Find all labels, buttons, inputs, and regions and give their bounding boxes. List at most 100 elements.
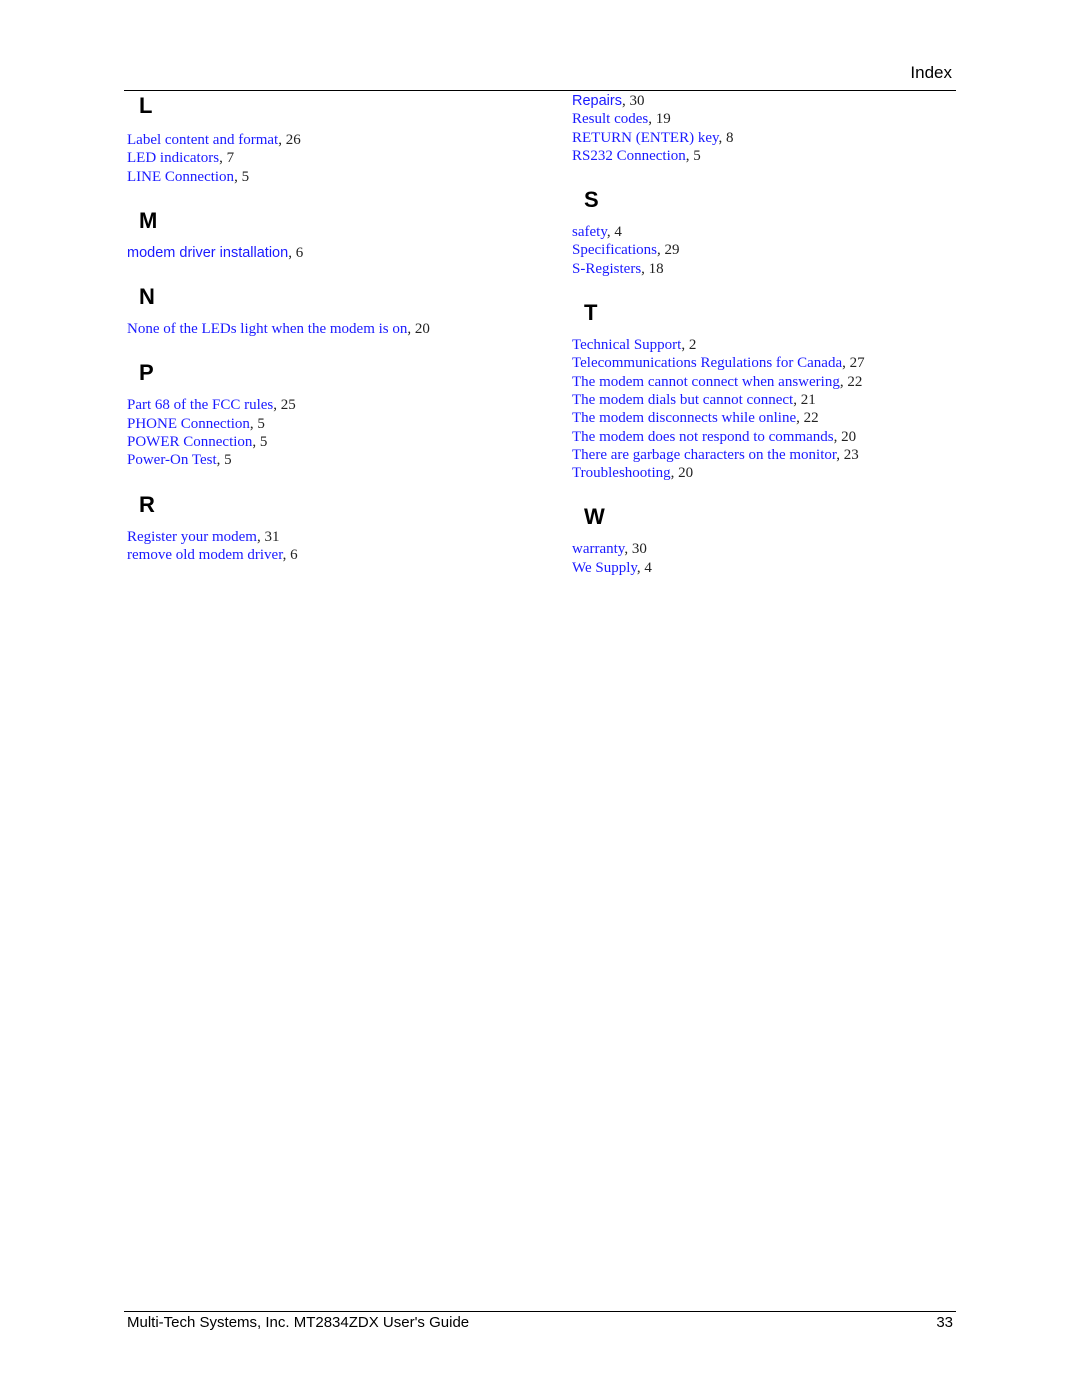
index-entry: PHONE Connection, 5 <box>127 415 265 432</box>
index-entry-link[interactable]: Technical Support <box>572 337 681 353</box>
index-entry: Result codes, 19 <box>572 111 671 128</box>
index-entry: RETURN (ENTER) key, 8 <box>572 129 734 146</box>
page-ref: 7 <box>226 150 235 167</box>
index-entry-link[interactable]: Label content and format <box>127 132 278 148</box>
page-ref: 20 <box>414 321 430 338</box>
page-ref: 19 <box>655 111 671 128</box>
page-ref: 5 <box>257 415 265 432</box>
index-entry: Register your modem, 31 <box>127 528 280 545</box>
page-ref: 30 <box>631 541 647 558</box>
index-section-r-continued: Repairs, 30 Result codes, 19 RETURN (ENT… <box>572 92 962 165</box>
page-ref: 5 <box>224 452 232 469</box>
index-entry: The modem disconnects while online, 22 <box>572 410 819 427</box>
index-section-w: W warranty, 30 We Supply, 4 <box>572 504 962 577</box>
section-letter: R <box>139 491 155 517</box>
index-entry: S-Registers, 18 <box>572 260 664 277</box>
index-entry-link[interactable]: PHONE Connection <box>127 416 250 432</box>
section-letter: N <box>139 284 155 310</box>
page-ref: 4 <box>614 224 622 241</box>
index-entry-link[interactable]: Part 68 of the FCC rules <box>127 397 273 413</box>
index-section-s: S safety, 4 Specifications, 29 S-Registe… <box>572 187 962 278</box>
index-entry-link[interactable]: Specifications <box>572 242 657 258</box>
index-entry: Power-On Test, 5 <box>127 452 232 469</box>
index-entry: The modem cannot connect when answering,… <box>572 373 863 390</box>
index-entry: Repairs, 30 <box>572 93 645 109</box>
index-section-p: P Part 68 of the FCC rules, 25 PHONE Con… <box>127 360 557 469</box>
index-entry-link[interactable]: Repairs <box>572 93 622 109</box>
index-entry: remove old modem driver, 6 <box>127 546 298 563</box>
page-ref: 22 <box>803 410 819 427</box>
page-ref: 25 <box>280 397 296 414</box>
index-entry: LINE Connection, 5 <box>127 168 250 185</box>
index-section-l: L Label content and format, 26 LED indic… <box>127 93 557 186</box>
index-entry-link[interactable]: We Supply <box>572 560 637 576</box>
index-entry: Technical Support, 2 <box>572 337 697 354</box>
page-ref: 31 <box>264 528 280 545</box>
index-entry: We Supply, 4 <box>572 559 652 576</box>
section-letter: W <box>584 504 605 530</box>
index-section-m: M modem driver installation, 6 <box>127 208 557 262</box>
page-ref: 20 <box>841 428 857 445</box>
index-entry: Part 68 of the FCC rules, 25 <box>127 397 296 414</box>
page-ref: 6 <box>295 244 304 261</box>
index-entry-link[interactable]: The modem cannot connect when answering <box>572 374 840 390</box>
index-entry-link[interactable]: Power-On Test <box>127 452 217 468</box>
page-ref: 8 <box>726 129 734 146</box>
index-entry-link[interactable]: The modem disconnects while online <box>572 410 796 426</box>
page-ref: 18 <box>648 260 664 277</box>
section-letter: L <box>139 93 153 118</box>
index-entry-link[interactable]: Troubleshooting <box>572 465 671 481</box>
index-entry-link[interactable]: LED indicators <box>127 150 219 166</box>
page-ref: 4 <box>644 559 652 576</box>
page-number: 33 <box>936 1314 953 1331</box>
page-ref: 20 <box>678 465 694 482</box>
page-ref: 22 <box>847 373 863 390</box>
section-letter: M <box>139 207 158 233</box>
index-entry-link[interactable]: There are garbage characters on the moni… <box>572 447 836 463</box>
index-entry: Troubleshooting, 20 <box>572 465 694 482</box>
index-entry: LED indicators, 7 <box>127 150 235 167</box>
page-ref: 30 <box>629 93 645 109</box>
index-entry-link[interactable]: POWER Connection <box>127 434 252 450</box>
index-entry-link[interactable]: warranty <box>572 541 624 557</box>
index-entry-link[interactable]: RETURN (ENTER) key <box>572 130 719 146</box>
index-section-n: N None of the LEDs light when the modem … <box>127 284 557 338</box>
index-entry: The modem does not respond to commands, … <box>572 428 857 445</box>
page-ref: 26 <box>285 132 301 148</box>
index-entry-link[interactable]: Telecommunications Regulations for Canad… <box>572 355 842 371</box>
footer-document-title: Multi-Tech Systems, Inc. MT2834ZDX User'… <box>127 1314 470 1331</box>
page-ref: 5 <box>259 434 268 451</box>
page-ref: 2 <box>688 337 697 354</box>
page-ref: 23 <box>843 446 859 463</box>
section-letter: T <box>584 300 598 326</box>
index-entry-link[interactable]: remove old modem driver <box>127 547 283 563</box>
index-entry: Telecommunications Regulations for Canad… <box>572 355 865 372</box>
page-ref: 5 <box>693 147 701 164</box>
page-ref: 6 <box>290 546 298 563</box>
index-entry-link[interactable]: RS232 Connection <box>572 148 686 164</box>
index-column-left: L Label content and format, 26 LED indic… <box>127 92 557 564</box>
index-entry: RS232 Connection, 5 <box>572 147 701 164</box>
index-entry-link[interactable]: None of the LEDs light when the modem is… <box>127 321 407 337</box>
index-entry-link[interactable]: safety <box>572 224 607 240</box>
index-entry-link[interactable]: The modem dials but cannot connect <box>572 392 793 408</box>
index-entry-link[interactable]: modem driver installation <box>127 245 288 261</box>
index-entry: POWER Connection, 5 <box>127 434 268 451</box>
section-letter: S <box>584 187 599 213</box>
page-header-title: Index <box>910 63 952 82</box>
index-section-t: T Technical Support, 2 Telecommunication… <box>572 300 962 482</box>
index-entry-link[interactable]: Result codes <box>572 111 648 127</box>
index-entry: There are garbage characters on the moni… <box>572 446 859 463</box>
index-entry: warranty, 30 <box>572 541 647 558</box>
footer-rule <box>124 1311 956 1312</box>
index-column-right: Repairs, 30 Result codes, 19 RETURN (ENT… <box>572 92 962 577</box>
index-entry-link[interactable]: LINE Connection <box>127 169 234 185</box>
page-ref: 21 <box>800 391 816 408</box>
index-entry: Label content and format, 26 <box>127 132 301 148</box>
page-ref: 29 <box>664 242 680 259</box>
index-entry-link[interactable]: S-Registers <box>572 261 641 277</box>
index-entry-link[interactable]: The modem does not respond to commands <box>572 429 834 445</box>
index-entry: The modem dials but cannot connect, 21 <box>572 391 816 408</box>
index-entry-link[interactable]: Register your modem <box>127 529 257 545</box>
index-entry: None of the LEDs light when the modem is… <box>127 321 430 338</box>
